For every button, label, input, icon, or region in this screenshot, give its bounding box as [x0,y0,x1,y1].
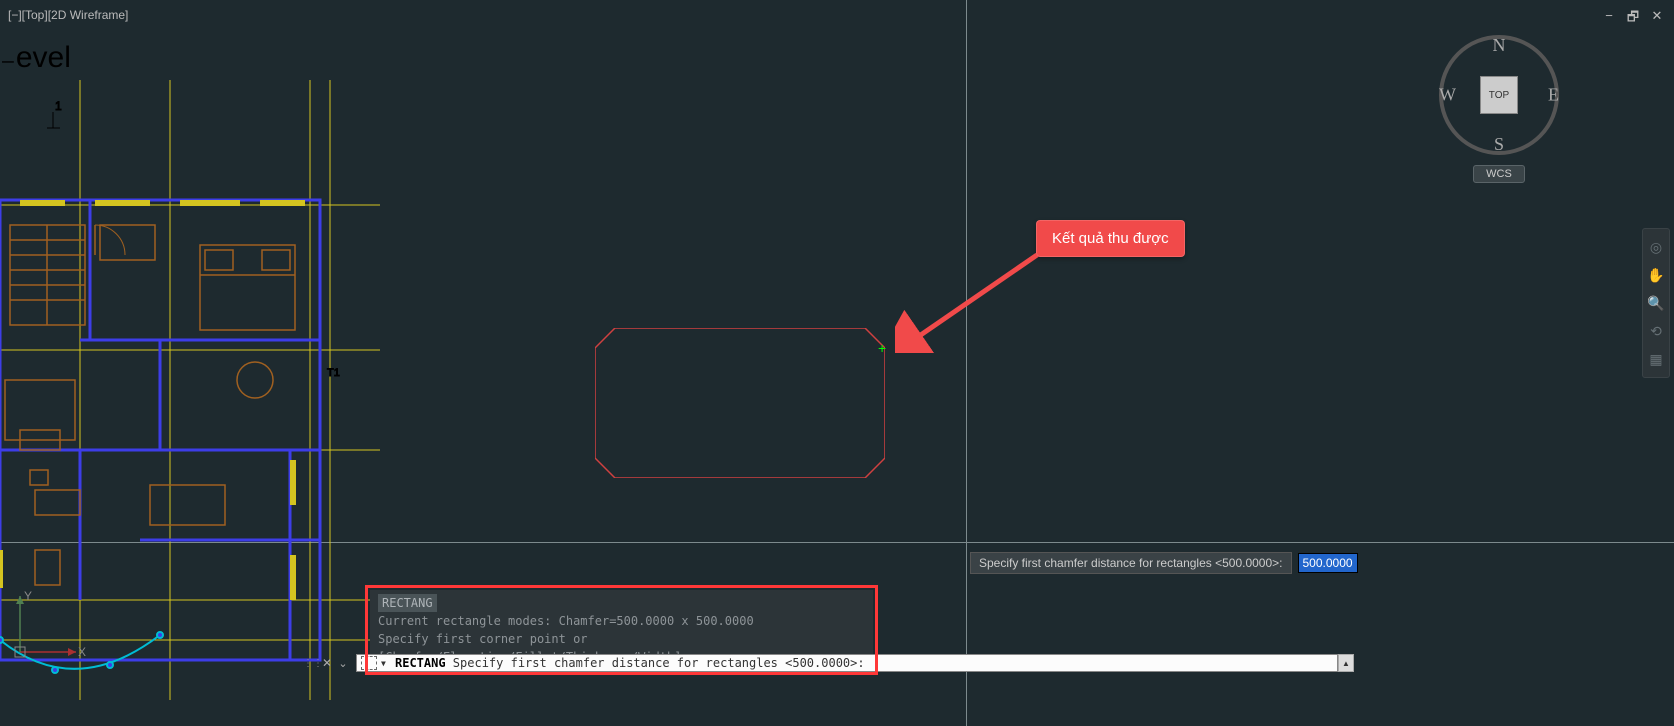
svg-text:1: 1 [55,99,62,113]
cmd-recent-dropdown[interactable]: ▼ [381,659,391,668]
viewport-close-button[interactable]: ✕ [1650,8,1664,30]
crosshair-vertical [966,0,967,726]
nav-showmotion-icon[interactable]: ▦ [1645,348,1667,370]
chamfered-rectangle [595,328,885,478]
cmd-history-line: Current rectangle modes: Chamfer=500.000… [378,612,865,630]
nav-zoom-icon[interactable]: 🔍 [1645,292,1667,314]
annotation-callout: Kết quả thu được [1036,220,1185,257]
svg-text:X: X [78,645,86,659]
compass-east[interactable]: E [1548,85,1559,106]
wcs-badge[interactable]: WCS [1473,165,1525,183]
compass-north[interactable]: N [1493,35,1506,56]
viewport-maximize-button[interactable]: 🗗 [1626,8,1640,30]
dynamic-input-label: Specify first chamfer distance for recta… [970,552,1292,574]
viewport-minimize-button[interactable]: − [1602,8,1616,30]
navigation-bar: ◎ ✋ 🔍 ⟲ ▦ [1642,228,1670,378]
ucs-icon[interactable]: X Y [8,590,88,670]
compass-west[interactable]: W [1439,85,1456,106]
compass-ring[interactable]: N S E W TOP [1439,35,1559,155]
view-cube-top[interactable]: TOP [1480,76,1518,114]
svg-text:T1: T1 [327,367,340,379]
snap-marker-icon: + [878,340,886,356]
dynamic-input-field[interactable]: 500.0000 [1298,553,1358,573]
svg-text:Y: Y [24,590,32,603]
command-line-bar: ⋮⋮ ✕ ⌄ ▼ RECTANG Specify first chamfer d… [308,653,1354,673]
view-cube-nav[interactable]: N S E W TOP WCS [1434,35,1564,195]
nav-wheel-icon[interactable]: ◎ [1645,236,1667,258]
command-text: RECTANG Specify first chamfer distance f… [395,656,865,670]
cmd-rectang-icon [361,656,377,670]
nav-pan-icon[interactable]: ✋ [1645,264,1667,286]
cmd-grip-icon[interactable]: ⋮⋮ [308,654,318,672]
viewport-window-controls: − 🗗 ✕ [1602,8,1664,30]
command-input[interactable]: ▼ RECTANG Specify first chamfer distance… [356,654,1338,672]
dynamic-input-tooltip: Specify first chamfer distance for recta… [970,552,1358,574]
cmd-history-name: RECTANG [378,594,437,612]
cmd-history-button[interactable]: ▲ [1338,654,1354,672]
cmd-close-button[interactable]: ✕ [320,656,334,670]
annotation-arrow-icon [895,253,1045,353]
nav-orbit-icon[interactable]: ⟲ [1645,320,1667,342]
compass-south[interactable]: S [1494,134,1504,155]
viewport-label[interactable]: [−][Top][2D Wireframe] [8,8,128,22]
cmd-customize-button[interactable]: ⌄ [334,657,352,670]
level-label: ₋evel [0,40,71,75]
